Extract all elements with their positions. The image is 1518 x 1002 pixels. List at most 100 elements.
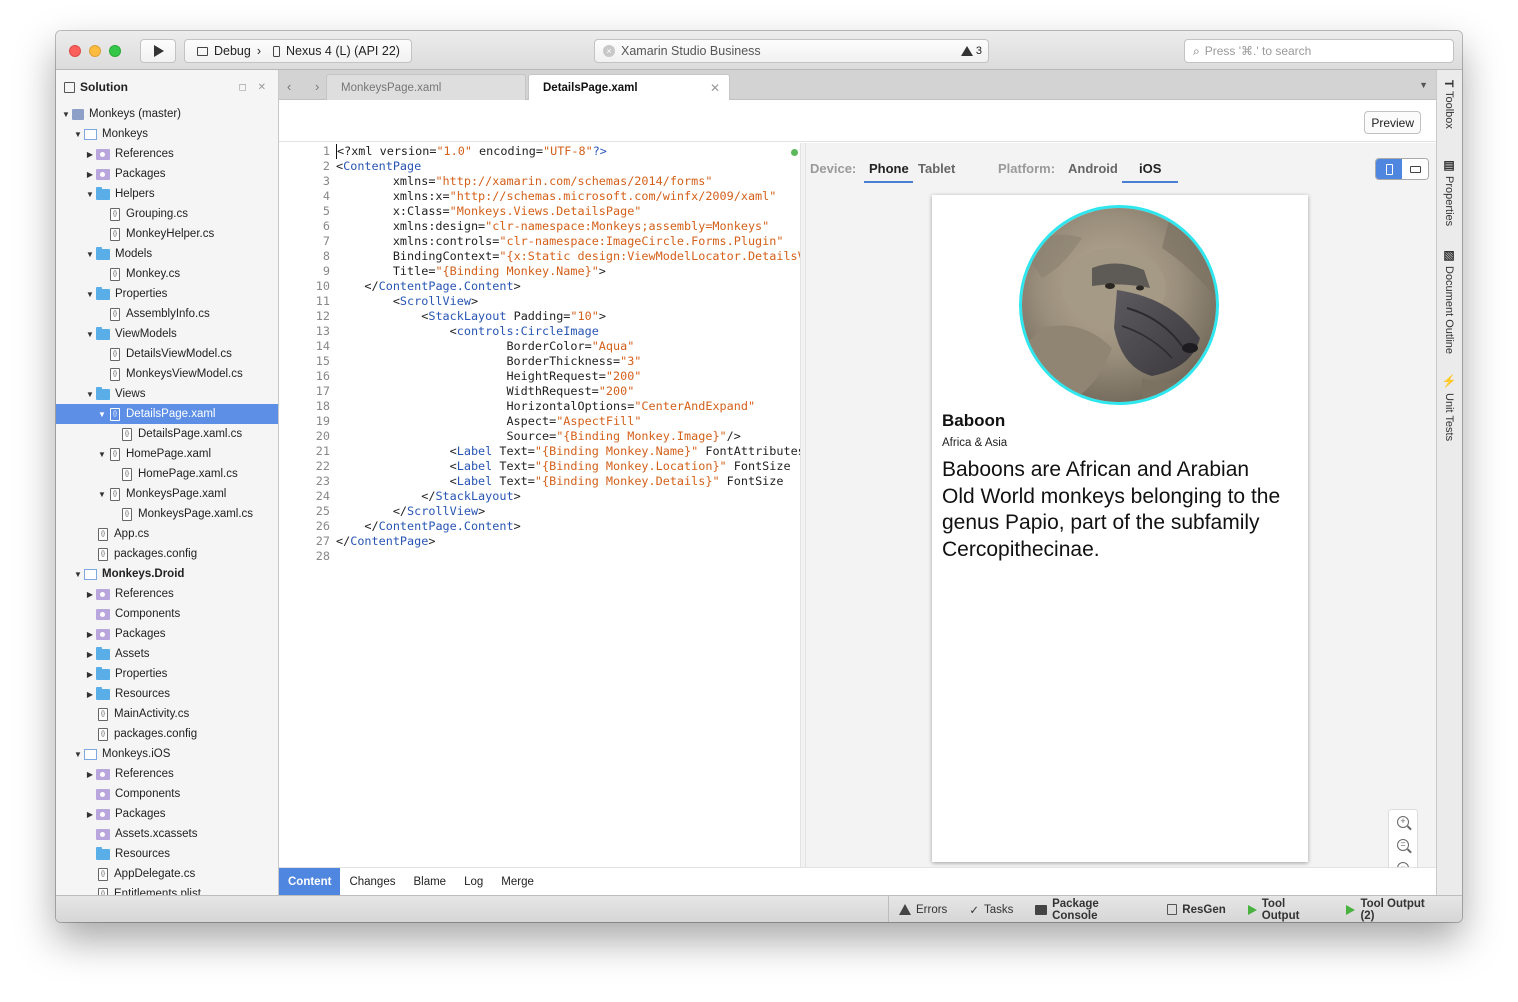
tree-item[interactable]: {} App.cs — [56, 524, 278, 544]
platform-ios-option[interactable]: iOS — [1139, 161, 1161, 176]
expanded-arrow-icon[interactable]: ▼ — [84, 290, 96, 299]
code-line[interactable]: 26 </ContentPage.Content> — [303, 519, 800, 534]
properties-pad-tab[interactable]: ▤ Properties — [1442, 158, 1456, 226]
code-line[interactable]: 3 xmlns="http://xamarin.com/schemas/2014… — [303, 174, 800, 189]
tree-item[interactable]: ▼{} HomePage.xaml — [56, 444, 278, 464]
collapsed-arrow-icon[interactable]: ▶ — [84, 770, 96, 779]
tree-item[interactable]: ▶ Properties — [56, 664, 278, 684]
device-tablet-option[interactable]: Tablet — [918, 161, 955, 176]
config-label[interactable]: Debug — [214, 44, 251, 58]
device-phone-option[interactable]: Phone — [869, 161, 909, 176]
preview-button[interactable]: Preview — [1364, 111, 1421, 134]
tree-item[interactable]: {} MainActivity.cs — [56, 704, 278, 724]
tree-item[interactable]: ▼{} MonkeysPage.xaml — [56, 484, 278, 504]
subtab-changes[interactable]: Changes — [340, 868, 404, 895]
code-line[interactable]: 15 BorderThickness="3" — [303, 354, 800, 369]
tool-output-2-button[interactable]: Tool Output (2) — [1346, 898, 1440, 922]
expanded-arrow-icon[interactable]: ▼ — [60, 110, 72, 119]
code-line[interactable]: 10 </ContentPage.Content> — [303, 279, 800, 294]
code-line[interactable]: 5 x:Class="Monkeys.Views.DetailsPage" — [303, 204, 800, 219]
tree-item[interactable]: ▶ References — [56, 144, 278, 164]
run-configuration-selector[interactable]: Debug › Nexus 4 (L) (API 22) — [184, 39, 412, 63]
tree-item[interactable]: ▼ Monkeys — [56, 124, 278, 144]
tree-item[interactable]: ▼ Monkeys (master) — [56, 104, 278, 124]
code-line[interactable]: 23 <Label Text="{Binding Monkey.Details}… — [303, 474, 800, 489]
code-line[interactable]: 8 BindingContext="{x:Static design:ViewM… — [303, 249, 800, 264]
tree-item[interactable]: ▶ Packages — [56, 164, 278, 184]
expanded-arrow-icon[interactable]: ▼ — [84, 190, 96, 199]
tree-item[interactable]: ▶ Resources — [56, 684, 278, 704]
tree-item[interactable]: Components — [56, 604, 278, 624]
code-line[interactable]: 16 HeightRequest="200" — [303, 369, 800, 384]
tree-item[interactable]: ▶ Packages — [56, 624, 278, 644]
collapsed-arrow-icon[interactable]: ▶ — [84, 650, 96, 659]
tree-item[interactable]: {} HomePage.xaml.cs — [56, 464, 278, 484]
tree-item[interactable]: ▼ Helpers — [56, 184, 278, 204]
collapsed-arrow-icon[interactable]: ▶ — [84, 630, 96, 639]
tree-item[interactable]: ▼ ViewModels — [56, 324, 278, 344]
landscape-button[interactable] — [1402, 159, 1428, 179]
tree-item[interactable]: ▼ Properties — [56, 284, 278, 304]
code-line[interactable]: 22 <Label Text="{Binding Monkey.Location… — [303, 459, 800, 474]
code-line[interactable]: 25 </ScrollView> — [303, 504, 800, 519]
tree-item[interactable]: {} MonkeysViewModel.cs — [56, 364, 278, 384]
tree-item[interactable]: ▼{} DetailsPage.xaml — [56, 404, 278, 424]
code-line[interactable]: 9 Title="{Binding Monkey.Name}"> — [303, 264, 800, 279]
tree-item[interactable]: {} AssemblyInfo.cs — [56, 304, 278, 324]
tree-item[interactable]: Assets.xcassets — [56, 824, 278, 844]
subtab-content[interactable]: Content — [279, 868, 341, 895]
code-line[interactable]: 4 xmlns:x="http://schemas.microsoft.com/… — [303, 189, 800, 204]
resgen-button[interactable]: ResGen — [1167, 904, 1226, 916]
tree-item[interactable]: {} DetailsViewModel.cs — [56, 344, 278, 364]
code-line[interactable]: 19 Aspect="AspectFill" — [303, 414, 800, 429]
collapsed-arrow-icon[interactable]: ▶ — [84, 670, 96, 679]
expanded-arrow-icon[interactable]: ▼ — [96, 490, 108, 499]
tree-item[interactable]: {} AppDelegate.cs — [56, 864, 278, 884]
pad-controls[interactable]: ◻ ✕ — [239, 82, 270, 93]
tree-item[interactable]: ▼ Monkeys.Droid — [56, 564, 278, 584]
tree-item[interactable]: Components — [56, 784, 278, 804]
code-line[interactable]: 13 <controls:CircleImage — [303, 324, 800, 339]
device-label[interactable]: Nexus 4 (L) (API 22) — [286, 44, 400, 58]
tab-dropdown-icon[interactable]: ▼ — [1419, 80, 1428, 90]
tree-item[interactable]: ▶ References — [56, 584, 278, 604]
collapsed-arrow-icon[interactable]: ▶ — [84, 810, 96, 819]
code-line[interactable]: 24 </StackLayout> — [303, 489, 800, 504]
portrait-button[interactable] — [1376, 159, 1402, 179]
code-line[interactable]: 21 <Label Text="{Binding Monkey.Name}" F… — [303, 444, 800, 459]
collapsed-arrow-icon[interactable]: ▶ — [84, 590, 96, 599]
expanded-arrow-icon[interactable]: ▼ — [84, 250, 96, 259]
tab-monkeyspage-xaml[interactable]: MonkeysPage.xaml — [326, 74, 526, 100]
close-window-button[interactable] — [69, 45, 81, 57]
close-tab-icon[interactable]: ✕ — [710, 81, 720, 95]
tree-item[interactable]: {} Grouping.cs — [56, 204, 278, 224]
tasks-pad-button[interactable]: ✓ Tasks — [969, 903, 1013, 917]
collapsed-arrow-icon[interactable]: ▶ — [84, 170, 96, 179]
expanded-arrow-icon[interactable]: ▼ — [72, 130, 84, 139]
tree-item[interactable]: {} MonkeysPage.xaml.cs — [56, 504, 278, 524]
code-line[interactable]: 6 xmlns:design="clr-namespace:Monkeys;as… — [303, 219, 800, 234]
subtab-blame[interactable]: Blame — [404, 868, 455, 895]
code-line[interactable]: 18 HorizontalOptions="CenterAndExpand" — [303, 399, 800, 414]
tree-item[interactable]: ▶ Packages — [56, 804, 278, 824]
code-line[interactable]: 7 xmlns:controls="clr-namespace:ImageCir… — [303, 234, 800, 249]
subtab-merge[interactable]: Merge — [492, 868, 543, 895]
package-console-button[interactable]: Package Console — [1035, 898, 1145, 922]
tree-item[interactable]: ▼ Views — [56, 384, 278, 404]
tree-item[interactable]: {} DetailsPage.xaml.cs — [56, 424, 278, 444]
expanded-arrow-icon[interactable]: ▼ — [96, 410, 108, 419]
expanded-arrow-icon[interactable]: ▼ — [84, 390, 96, 399]
tree-item[interactable]: ▼ Models — [56, 244, 278, 264]
tool-output-button[interactable]: Tool Output — [1247, 898, 1325, 922]
code-line[interactable]: 20 Source="{Binding Monkey.Image}"/> — [303, 429, 800, 444]
document-outline-pad-tab[interactable]: ▧ Document Outline — [1442, 248, 1456, 354]
code-line[interactable]: 14 BorderColor="Aqua" — [303, 339, 800, 354]
code-line[interactable]: 1 <?xml version="1.0" encoding="UTF-8"?> — [303, 144, 800, 159]
code-line[interactable]: 28 — [303, 549, 800, 564]
search-input[interactable]: ⌕ Press '⌘.' to search — [1184, 39, 1454, 63]
subtab-log[interactable]: Log — [455, 868, 492, 895]
nav-arrows[interactable]: ‹ › — [287, 79, 329, 94]
tree-item[interactable]: {} MonkeyHelper.cs — [56, 224, 278, 244]
tree-item[interactable]: {} packages.config — [56, 724, 278, 744]
tree-item[interactable]: ▶ References — [56, 764, 278, 784]
